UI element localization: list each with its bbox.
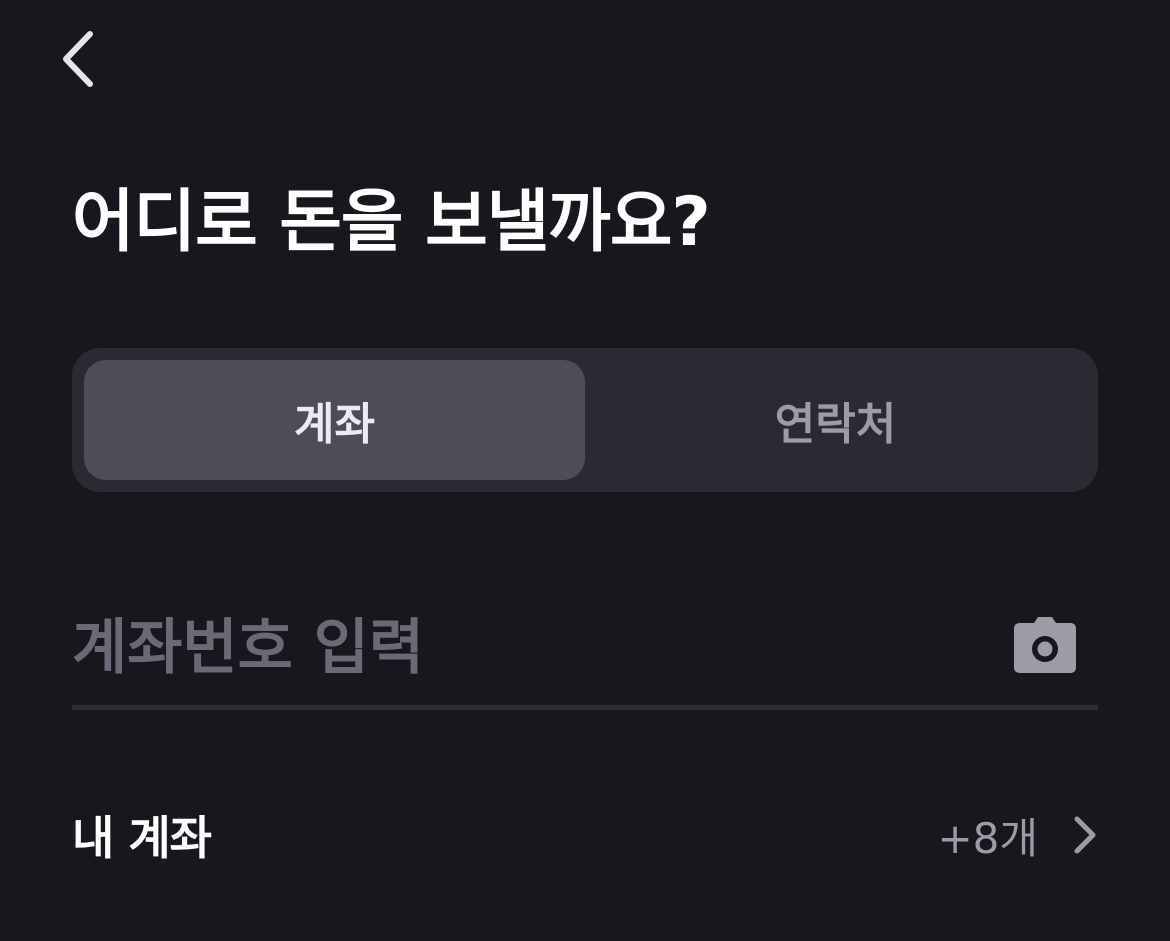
camera-scan-button[interactable]: [1010, 614, 1080, 680]
account-number-input[interactable]: [72, 598, 972, 698]
my-accounts-count: +8개: [937, 813, 1038, 863]
back-button[interactable]: [48, 26, 108, 96]
tab-contacts[interactable]: 연락처: [585, 360, 1086, 480]
my-accounts-right: +8개: [937, 805, 1098, 866]
account-number-field-row: [72, 588, 1098, 710]
my-accounts-label: 내 계좌: [72, 811, 212, 865]
send-target-segmented-control: 계좌 연락처: [72, 348, 1098, 492]
my-accounts-row[interactable]: 내 계좌 +8개: [72, 790, 1098, 880]
chevron-right-icon: [1072, 815, 1098, 855]
page-title: 어디로 돈을 보낼까요?: [72, 183, 711, 262]
tab-account[interactable]: 계좌: [84, 360, 585, 480]
chevron-left-icon: [60, 30, 96, 92]
camera-icon: [1012, 615, 1078, 679]
